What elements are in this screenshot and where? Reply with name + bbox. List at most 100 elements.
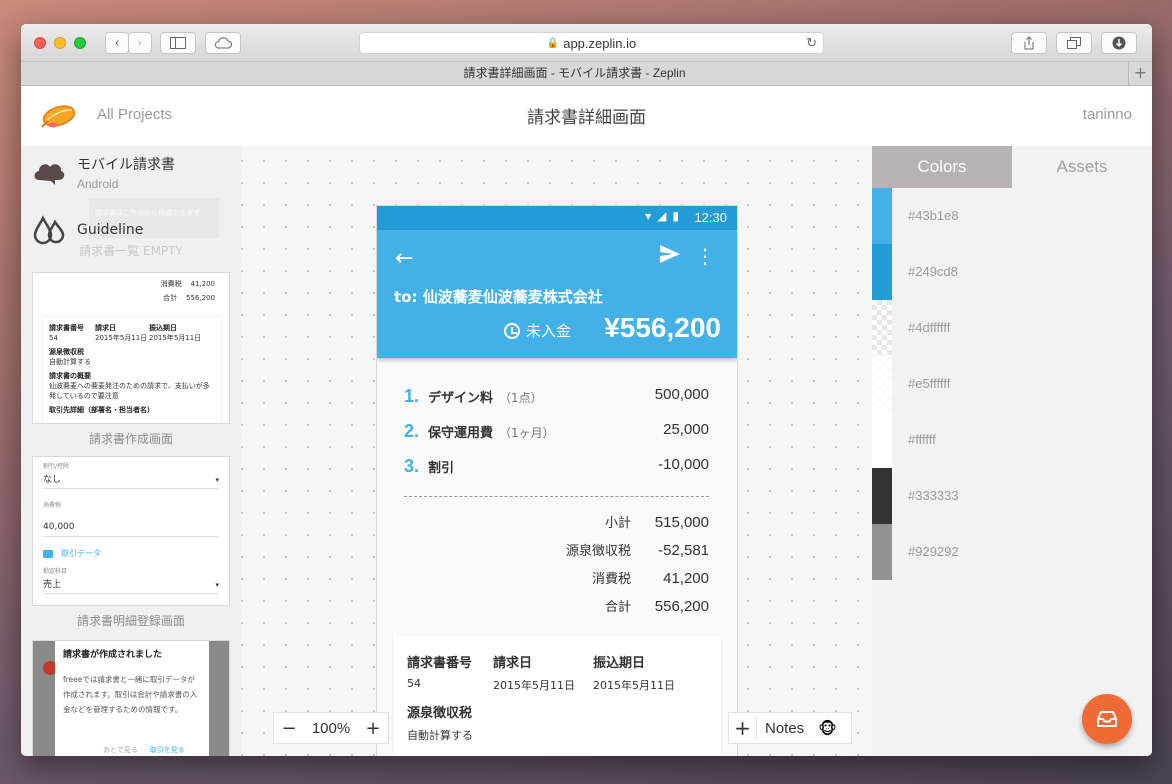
field-value: 2015年5月11日 — [593, 679, 675, 692]
line-item: 2. 保守運用費 （1ヶ月） 25,000 — [404, 421, 709, 456]
notes-toggle[interactable]: Notes — [765, 720, 804, 737]
thumb-text: 請求書番号 — [49, 324, 84, 332]
thumb-text: 2015年5月11日 — [95, 334, 148, 342]
more-vert-icon[interactable]: ⋮ — [695, 244, 715, 268]
payment-status: 未入金 — [504, 320, 571, 341]
color-swatch-fill — [872, 244, 892, 300]
styleguide-panel: Colors Assets #43b1e8 #249cd8 #4dffffff #e5… — [872, 146, 1152, 756]
thumb-text: 合計 — [163, 294, 178, 302]
tab-assets[interactable]: Assets — [1012, 146, 1152, 188]
address-bar[interactable]: 🔒 app.zeplin.io ↻ — [359, 32, 824, 54]
active-tab[interactable]: 請求書詳細画面 - モバイル請求書 - Zeplin — [21, 62, 1128, 86]
total-label: 消費税 — [591, 572, 631, 587]
status-time: 12:30 — [694, 210, 727, 225]
screen-thumbnail-invoice-detail-register[interactable]: 割引/控除 なし ▾ 消費税 40,000 取引データ 勘定科目 売上 ▾ — [32, 456, 230, 606]
screen-artboard[interactable]: ▾◢▮ 12:30 ← ⋮ to: 仙波蕎麦仙波蕎麦株式会社 未入金 ¥556,… — [376, 205, 738, 756]
zoom-out-button[interactable]: − — [274, 718, 304, 739]
screen-label[interactable]: 請求書作成画面 — [21, 430, 241, 447]
field-value: 2015年5月11日 — [493, 679, 575, 692]
color-label: #4dffffff — [908, 320, 951, 335]
thumb-text: 請求書の概要 — [49, 372, 91, 380]
total-row: 源泉徴収税 -52,581 — [404, 540, 709, 568]
color-label: #929292 — [908, 544, 959, 559]
color-label: #ffffff — [908, 432, 936, 447]
zoom-level[interactable]: 100% — [304, 720, 358, 737]
line-item-name: 保守運用費 — [428, 426, 494, 441]
dashed-divider — [404, 496, 709, 497]
color-swatch-row[interactable]: #4dffffff — [872, 300, 1152, 356]
reload-icon[interactable]: ↻ — [806, 35, 817, 51]
payment-status-label: 未入金 — [526, 322, 572, 340]
thumb-text: 仙波蕎麦への蕎麦発注のための請求で、支払いが多発しているので要注意 — [49, 382, 210, 400]
send-icon[interactable] — [659, 244, 681, 264]
show-all-tabs-button[interactable] — [1056, 32, 1092, 54]
arrow-back-icon[interactable]: ← — [395, 246, 413, 271]
android-status-bar: ▾◢▮ 12:30 — [377, 206, 737, 230]
color-swatch-row[interactable]: #e5ffffff — [872, 356, 1152, 412]
line-item-qty: （1ヶ月） — [499, 426, 555, 440]
field-value: 自動計算する — [407, 729, 473, 742]
thumb-text: 自動計算する — [49, 358, 91, 366]
line-item-amount: -10,000 — [658, 456, 709, 473]
close-window-button[interactable] — [34, 37, 46, 49]
sidebar-toggle-button[interactable] — [160, 32, 196, 54]
total-row: 消費税 41,200 — [404, 568, 709, 596]
project-item-guideline[interactable]: Guideline — [31, 212, 143, 248]
total-value: 556,200 — [654, 598, 709, 615]
forward-button[interactable]: › — [128, 32, 152, 54]
thumb-text: 勘定科目 — [43, 568, 68, 575]
new-tab-button[interactable]: + — [1128, 62, 1152, 86]
thumb-text: 取引を見る — [149, 746, 185, 754]
inbox-fab-button[interactable] — [1082, 694, 1132, 744]
thumb-text: 消費税 — [160, 280, 182, 288]
total-label: 小計 — [604, 516, 631, 531]
minimize-window-button[interactable] — [54, 37, 66, 49]
downloads-button[interactable] — [1101, 32, 1137, 54]
panel-tabs: Colors Assets — [872, 146, 1152, 188]
monkey-icon[interactable]: 🐵 — [818, 719, 837, 738]
field-label: 源泉徴収税 — [407, 706, 473, 721]
screen-label[interactable]: 請求書明細登録画面 — [21, 612, 241, 629]
browser-window: ‹ › 🔒 app.zeplin.io ↻ 請求書詳細画面 - モバイル請求書 … — [21, 24, 1152, 756]
add-note-button[interactable]: + — [729, 716, 757, 740]
color-swatch-fill — [872, 524, 892, 580]
color-swatch-row[interactable]: #43b1e8 — [872, 188, 1152, 244]
due-date-field: 振込期日 2015年5月11日 — [593, 652, 675, 693]
color-swatch-row[interactable]: #249cd8 — [872, 244, 1152, 300]
screen-thumbnail-invoice-created-dialog[interactable]: 請求書が作成されました freeeでは請求書と一緒に取引データが作成されます。取… — [32, 640, 230, 756]
zoom-window-button[interactable] — [74, 37, 86, 49]
wifi-icon: ▾ — [645, 209, 658, 223]
invoice-info-card: 請求書番号 54 請求日 2015年5月11日 振込期日 2015年5月11日 … — [393, 636, 721, 756]
project-item-mobile-invoice[interactable]: モバイル請求書 Android — [31, 154, 175, 191]
thumb-text: 消費税 — [43, 502, 62, 509]
line-item-qty: （1点） — [499, 391, 543, 405]
color-swatch — [872, 412, 892, 468]
dropdown-caret-icon: ▾ — [215, 581, 219, 589]
screen-thumbnail-invoice-create[interactable]: 消費税 41,200 合計 556,200 請求書番号 54 請求日 2015年5月… — [32, 272, 230, 424]
color-label: #e5ffffff — [908, 376, 951, 391]
color-swatch-fill — [872, 300, 892, 356]
share-button[interactable] — [1011, 32, 1047, 54]
thumb-text: 取引データ — [61, 549, 101, 558]
color-swatch — [872, 524, 892, 580]
color-swatch-fill — [872, 412, 892, 468]
invoice-date-field: 請求日 2015年5月11日 — [493, 652, 575, 693]
back-button[interactable]: ‹ — [105, 32, 129, 54]
design-canvas[interactable]: ▾◢▮ 12:30 ← ⋮ to: 仙波蕎麦仙波蕎麦株式会社 未入金 ¥556,… — [241, 146, 872, 756]
color-swatch-fill — [872, 188, 892, 244]
total-value: 515,000 — [654, 514, 709, 531]
inbox-icon — [1097, 711, 1117, 727]
zoom-in-button[interactable]: + — [358, 718, 388, 739]
lock-icon: 🔒 — [546, 37, 560, 49]
color-swatch — [872, 244, 892, 300]
color-swatch-row[interactable]: #ffffff — [872, 412, 1152, 468]
icloud-tabs-button[interactable] — [205, 32, 241, 54]
color-swatch-row[interactable]: #929292 — [872, 524, 1152, 580]
field-label: 請求書番号 — [407, 656, 473, 671]
color-swatch-row[interactable]: #333333 — [872, 468, 1152, 524]
thumb-card: 請求書番号 54 請求日 2015年5月11日 振込期日 2015年5月11日 源泉徴… — [43, 317, 221, 423]
field-label: 振込期日 — [593, 656, 646, 671]
tab-colors[interactable]: Colors — [872, 146, 1012, 188]
user-menu[interactable]: taninno — [1083, 106, 1132, 123]
color-swatch-fill — [872, 468, 892, 524]
